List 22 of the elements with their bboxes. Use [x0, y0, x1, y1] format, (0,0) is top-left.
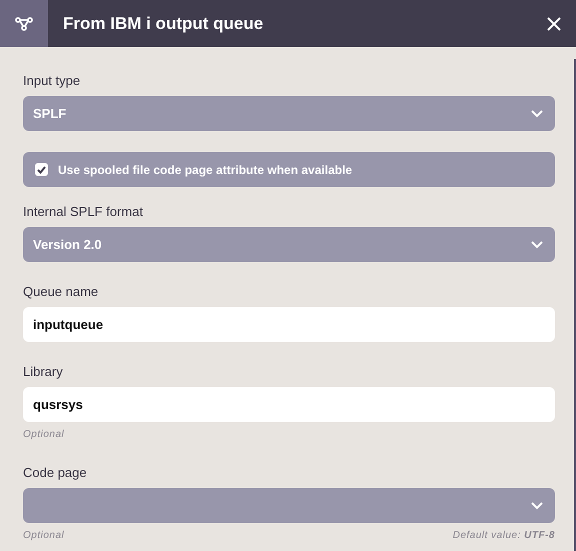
hint-text: Optional	[23, 428, 64, 441]
close-icon	[547, 16, 561, 30]
chevron-down-icon	[531, 240, 543, 248]
close-button[interactable]	[546, 16, 562, 32]
field-label: Input type	[23, 73, 82, 89]
dropdown-value: Version 2.0	[33, 236, 102, 254]
chevron-down-icon	[531, 502, 543, 510]
field-label: Queue name	[23, 284, 100, 300]
field-label: Code page	[23, 465, 88, 481]
checkbox-label: Use spooled file code page attribute when available	[58, 162, 352, 178]
window-title: From IBM i output queue	[63, 12, 264, 35]
field-label: Library	[23, 364, 64, 380]
field-label: Internal SPLF format	[23, 204, 144, 220]
input-field[interactable]: inputqueue	[23, 307, 555, 342]
default-value-note: Default value: UTF-8	[452, 529, 555, 542]
dropdown-value: SPLF	[33, 104, 66, 123]
chevron-down-icon	[531, 110, 543, 118]
check-icon	[37, 166, 46, 174]
input-field[interactable]: qusrsys	[23, 387, 555, 422]
checkbox[interactable]	[35, 163, 48, 176]
branch-icon	[15, 16, 33, 30]
hint-text: Optional	[23, 529, 64, 542]
